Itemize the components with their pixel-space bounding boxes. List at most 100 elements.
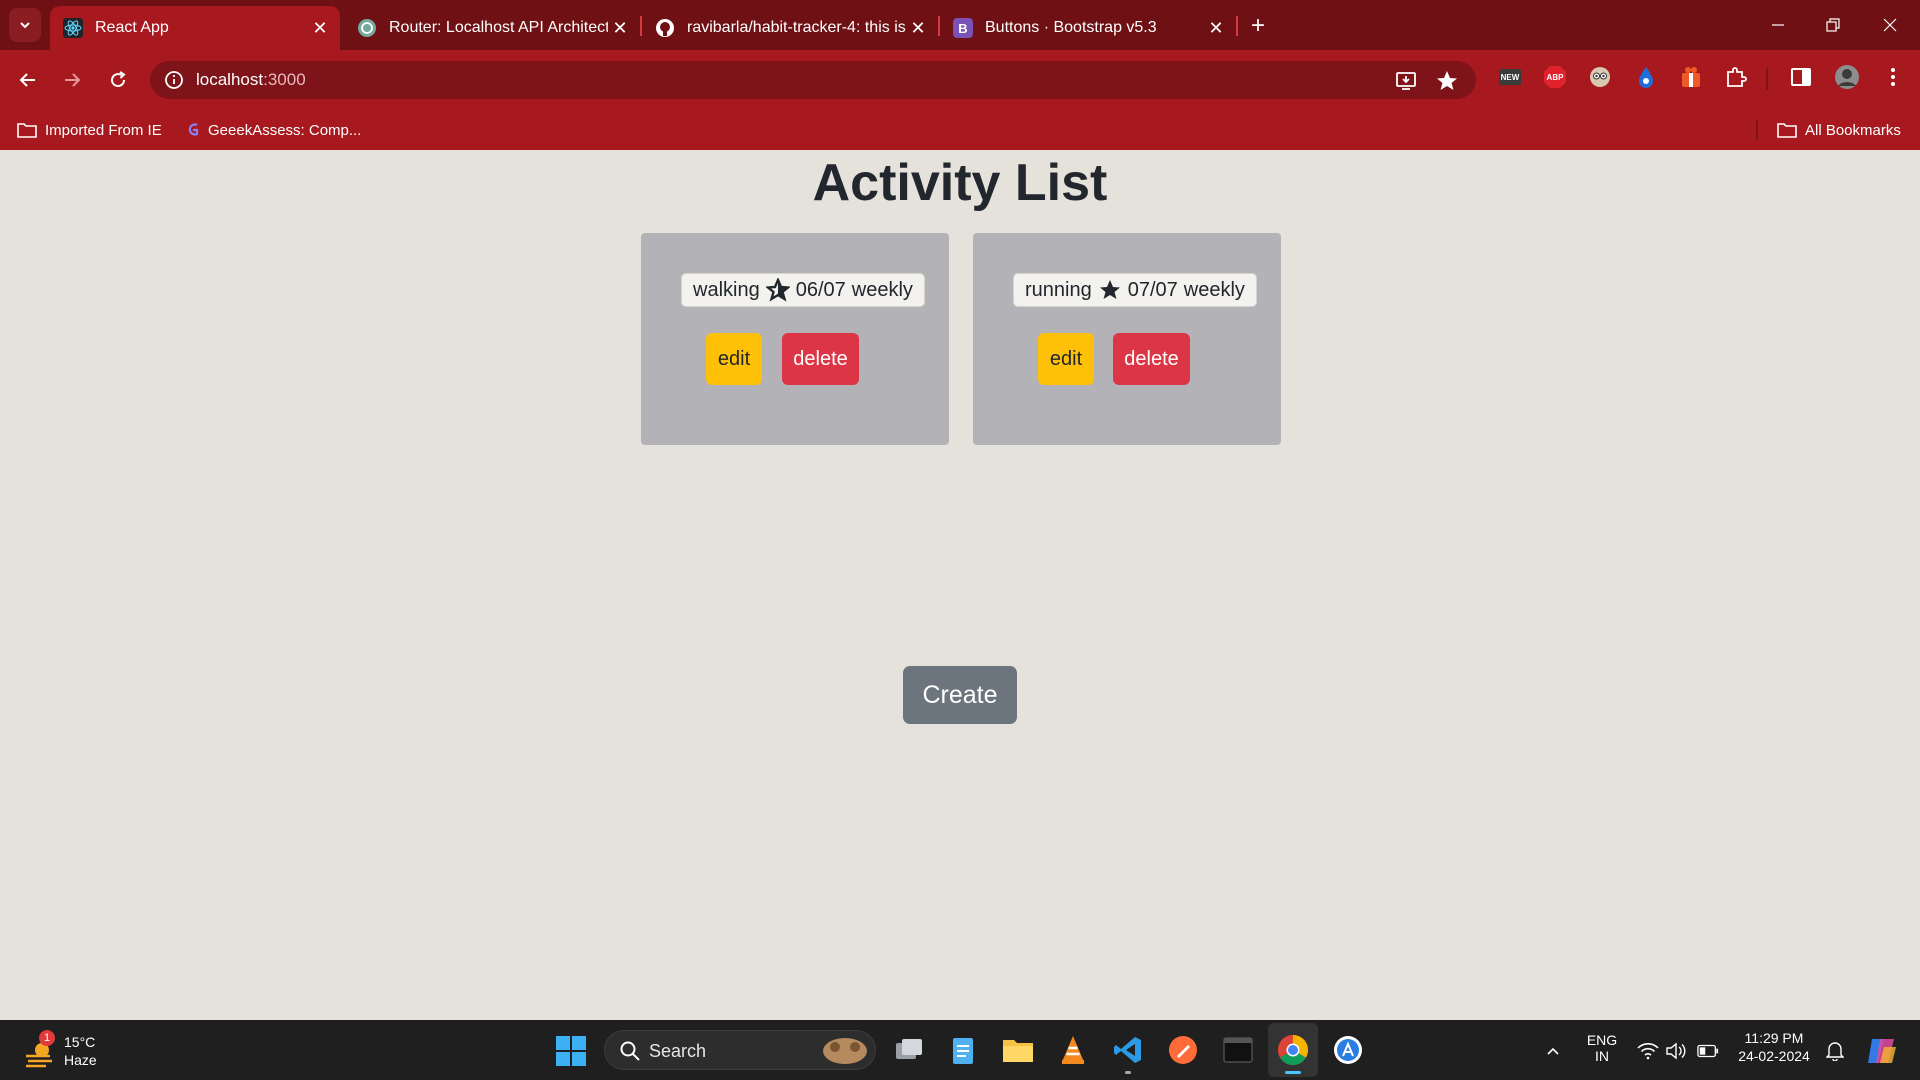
forward-button[interactable] — [56, 64, 88, 96]
chrome-icon[interactable] — [1276, 1033, 1310, 1074]
github-icon — [655, 18, 675, 38]
language-indicator[interactable]: ENG IN — [1582, 1032, 1622, 1064]
search-highlight-icon — [823, 1038, 867, 1064]
tab-title: React App — [95, 19, 169, 36]
back-button[interactable] — [12, 64, 44, 96]
address-bar[interactable]: localhost:3000 — [150, 61, 1476, 99]
browser-toolbar: localhost:3000 NEW ABP Imported From IE — [0, 50, 1920, 150]
bootstrap-icon: B — [953, 18, 973, 38]
all-bookmarks-button[interactable]: All Bookmarks — [1777, 117, 1901, 143]
windows-taskbar: 1 15°C Haze Search ENG IN 11:29 PM 24-02… — [0, 1020, 1920, 1080]
extension-drop-icon[interactable] — [1633, 64, 1659, 90]
weather-widget[interactable]: 1 15°C Haze — [22, 1030, 112, 1072]
side-panel-icon[interactable] — [1788, 64, 1814, 90]
postman-icon[interactable] — [1166, 1033, 1200, 1067]
clock-date: 24-02-2024 — [1738, 1048, 1810, 1064]
bookmark-imported-from-ie[interactable]: Imported From IE — [17, 117, 162, 143]
close-icon[interactable]: ✕ — [1204, 16, 1228, 40]
edit-button[interactable]: edit — [1038, 333, 1094, 385]
activity-count: 07/07 — [1127, 278, 1178, 301]
activity-frequency: weekly — [851, 278, 913, 301]
activity-name: running — [1025, 278, 1092, 301]
extensions-puzzle-icon[interactable] — [1723, 64, 1749, 90]
clock[interactable]: 11:29 PM 24-02-2024 — [1732, 1030, 1816, 1064]
adblock-plus-icon[interactable]: ABP — [1542, 64, 1568, 90]
chevron-up-icon[interactable] — [1542, 1040, 1564, 1062]
task-view-icon[interactable] — [892, 1033, 926, 1067]
star-outline-icon[interactable] — [765, 278, 790, 302]
tab-title: Buttons · Bootstrap v5.3 — [985, 19, 1157, 36]
file-explorer-icon[interactable] — [1001, 1033, 1035, 1067]
extension-owl-icon[interactable] — [1587, 64, 1613, 90]
search-icon — [620, 1041, 640, 1061]
folder-icon — [1777, 123, 1797, 138]
tab-title: Router: Localhost API Architectu — [389, 19, 608, 36]
windows-logo-icon — [556, 1036, 586, 1066]
tab-separator — [1236, 16, 1238, 36]
geeekassess-icon — [188, 123, 199, 136]
install-app-icon[interactable] — [1394, 69, 1418, 93]
language-top: ENG — [1586, 1032, 1618, 1048]
close-icon[interactable]: ✕ — [608, 16, 632, 40]
close-icon[interactable]: ✕ — [906, 16, 930, 40]
volume-icon[interactable] — [1665, 1040, 1687, 1062]
new-tab-button[interactable]: + — [1244, 12, 1272, 40]
extension-new-label: NEW — [1500, 72, 1520, 82]
reload-button[interactable] — [102, 64, 134, 96]
activity-frequency: weekly — [1183, 278, 1245, 301]
delete-button[interactable]: delete — [782, 333, 859, 385]
bookmarks-bar: Imported From IE GeeekAssess: Comp... Al… — [0, 110, 1920, 150]
bookmark-star-icon[interactable] — [1435, 69, 1459, 93]
all-bookmarks-label: All Bookmarks — [1805, 121, 1901, 139]
close-icon — [1883, 18, 1897, 32]
chevron-down-icon — [20, 22, 30, 29]
extension-gift-icon[interactable] — [1678, 64, 1704, 90]
close-icon[interactable]: ✕ — [308, 16, 332, 40]
tab-bootstrap[interactable]: B Buttons · Bootstrap v5.3 ✕ — [940, 6, 1236, 50]
notepad-icon[interactable] — [946, 1033, 980, 1067]
battery-icon[interactable] — [1697, 1040, 1719, 1062]
activity-info: walking 06/07 weekly — [681, 273, 925, 307]
copilot-icon[interactable] — [1866, 1035, 1898, 1067]
vscode-icon[interactable] — [1111, 1033, 1145, 1074]
tab-title: ravibarla/habit-tracker-4: this is — [687, 19, 906, 36]
create-button[interactable]: Create — [903, 666, 1017, 724]
url-host: localhost — [196, 70, 264, 89]
tab-github[interactable]: ravibarla/habit-tracker-4: this is ✕ — [642, 6, 938, 50]
terminal-icon[interactable] — [1221, 1033, 1255, 1067]
minimize-button[interactable] — [1758, 8, 1798, 42]
delete-button[interactable]: delete — [1113, 333, 1190, 385]
profile-avatar[interactable] — [1834, 64, 1860, 90]
activity-count: 06/07 — [795, 278, 846, 301]
vlc-icon[interactable] — [1056, 1033, 1090, 1067]
clock-time: 11:29 PM — [1744, 1030, 1804, 1046]
bookmark-label: GeeekAssess: Comp... — [208, 121, 362, 139]
close-window-button[interactable] — [1870, 8, 1910, 42]
edit-button[interactable]: edit — [706, 333, 762, 385]
tab-react-app[interactable]: React App ✕ — [50, 6, 340, 50]
minimize-icon — [1772, 24, 1784, 26]
restore-icon — [1826, 18, 1840, 32]
notification-bell-icon[interactable] — [1824, 1040, 1846, 1062]
extension-new-icon[interactable]: NEW — [1497, 64, 1523, 90]
page-content: Activity List walking 06/07 weekly edit … — [0, 150, 1920, 1020]
tab-router[interactable]: Router: Localhost API Architectu ✕ — [344, 6, 640, 50]
bookmarks-separator — [1756, 120, 1758, 140]
bookmark-geeekassess[interactable]: GeeekAssess: Comp... — [186, 117, 361, 143]
arrow-right-icon — [65, 73, 81, 87]
taskbar-search[interactable]: Search — [604, 1030, 876, 1070]
kebab-menu-icon[interactable] — [1880, 64, 1906, 90]
info-icon[interactable] — [163, 69, 185, 91]
activity-card: running 07/07 weekly edit delete — [973, 233, 1281, 445]
tab-strip: React App ✕ Router: Localhost API Archit… — [0, 0, 1920, 50]
tab-search-button[interactable] — [9, 8, 41, 42]
bookmark-label: Imported From IE — [45, 121, 162, 139]
page-title: Activity List — [812, 154, 1108, 212]
app-store-icon[interactable] — [1331, 1033, 1365, 1067]
wifi-icon[interactable] — [1637, 1040, 1659, 1062]
weather-temp: 15°C — [64, 1034, 96, 1050]
restore-button[interactable] — [1813, 8, 1853, 42]
start-button[interactable] — [556, 1036, 586, 1066]
star-filled-icon[interactable] — [1098, 278, 1122, 302]
toolbar-separator — [1766, 68, 1768, 90]
